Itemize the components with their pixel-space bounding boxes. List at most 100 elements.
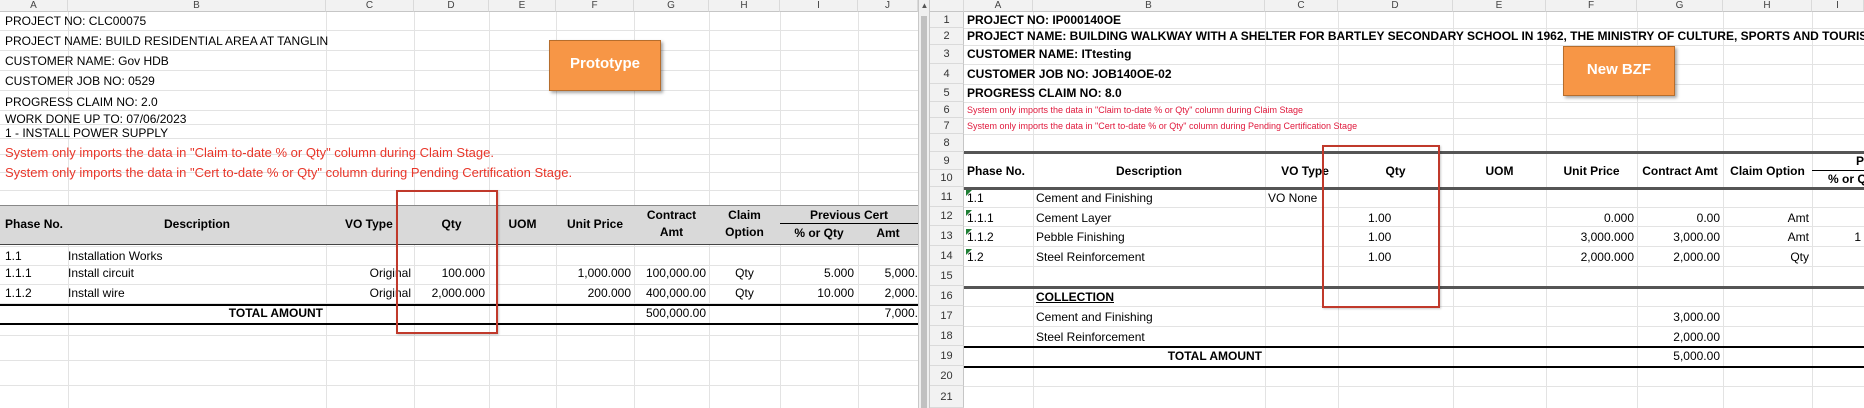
row2-contract-amt: 100,000.00 bbox=[645, 266, 706, 280]
callout-label: New BZF bbox=[1586, 61, 1652, 78]
row13-unit-price: 3,000.000 bbox=[1580, 230, 1634, 244]
column-header-b[interactable]: B bbox=[68, 0, 326, 12]
row1-description: Installation Works bbox=[68, 249, 163, 263]
collection-item-2: Steel Reinforcement bbox=[1036, 330, 1145, 344]
prototype-sheet-pane[interactable]: A B C D E F G H I J PROJECT NO: CLC00075… bbox=[0, 0, 918, 408]
row3-prev-pct: 10.000 bbox=[817, 286, 854, 300]
progress-claim-no: PROGRESS CLAIM NO: 8.0 bbox=[967, 86, 1122, 100]
row3-phase: 1.1.2 bbox=[5, 286, 32, 300]
column-header-e[interactable]: E bbox=[489, 0, 556, 12]
row-header-10[interactable]: 10 bbox=[930, 170, 964, 187]
row-header-5[interactable]: 5 bbox=[930, 84, 964, 102]
collection-heading: COLLECTION bbox=[1036, 290, 1114, 304]
column-header-g[interactable]: G bbox=[634, 0, 709, 12]
header-claim-option: Option bbox=[725, 225, 764, 239]
claim-stage-note: System only imports the data in "Claim t… bbox=[967, 105, 1304, 115]
row-header-1[interactable]: 1 bbox=[930, 12, 964, 28]
row12-description: Cement Layer bbox=[1036, 211, 1112, 225]
project-no: PROJECT NO: IP000140OE bbox=[967, 13, 1122, 27]
qty-column-highlight bbox=[1322, 145, 1440, 308]
column-header-a[interactable]: A bbox=[964, 0, 1033, 12]
row-header-15[interactable]: 15 bbox=[930, 266, 964, 286]
header-prev-amt: Amt bbox=[876, 226, 900, 240]
row-header-3[interactable]: 3 bbox=[930, 45, 964, 64]
column-header-i[interactable]: I bbox=[1812, 0, 1864, 12]
column-header-h[interactable]: H bbox=[1723, 0, 1812, 12]
row-header-8[interactable]: 8 bbox=[930, 134, 964, 152]
column-header-e[interactable]: E bbox=[1453, 0, 1546, 12]
column-header-a[interactable]: A bbox=[0, 0, 68, 12]
row12-unit-price: 0.000 bbox=[1603, 211, 1634, 225]
column-header-g[interactable]: G bbox=[1637, 0, 1723, 12]
row-header-20[interactable]: 20 bbox=[930, 366, 964, 386]
qty-column-highlight bbox=[396, 190, 498, 334]
column-header-d[interactable]: D bbox=[414, 0, 489, 12]
header-uom: UOM bbox=[508, 217, 537, 231]
customer-job-no: CUSTOMER JOB NO: JOB140OE-02 bbox=[967, 67, 1172, 81]
row-header-9[interactable]: 9 bbox=[930, 152, 964, 170]
header-claim-option: Claim Option bbox=[1730, 164, 1805, 178]
certification-stage-note: System only imports the data in "Cert to… bbox=[5, 165, 573, 180]
select-all-corner[interactable] bbox=[930, 0, 964, 12]
row-header-16[interactable]: 16 bbox=[930, 286, 964, 306]
column-header-j[interactable]: J bbox=[858, 0, 918, 12]
row-header-4[interactable]: 4 bbox=[930, 64, 964, 84]
row-header-6[interactable]: 6 bbox=[930, 102, 964, 118]
column-header-f[interactable]: F bbox=[556, 0, 634, 12]
row12-contract-amt: 0.00 bbox=[1696, 211, 1720, 225]
row2-unit-price: 1,000.000 bbox=[577, 266, 631, 280]
row3-contract-amt: 400,000.00 bbox=[645, 286, 706, 300]
certification-stage-note: System only imports the data in "Cert to… bbox=[967, 121, 1358, 131]
row-header-2[interactable]: 2 bbox=[930, 28, 964, 45]
row2-phase: 1.1.1 bbox=[5, 266, 32, 280]
column-header-d[interactable]: D bbox=[1338, 0, 1453, 12]
header-uom: UOM bbox=[1485, 164, 1514, 178]
column-header-c[interactable]: C bbox=[326, 0, 414, 12]
column-header-f[interactable]: F bbox=[1546, 0, 1637, 12]
collection-amt-2: 2,000.00 bbox=[1673, 330, 1720, 344]
project-name: PROJECT NAME: BUILD RESIDENTIAL AREA AT … bbox=[5, 34, 329, 48]
pane-splitter-scrollbar[interactable]: ▲ bbox=[918, 0, 930, 408]
total-amount-label: TOTAL AMOUNT bbox=[1167, 349, 1262, 363]
column-header-i[interactable]: I bbox=[780, 0, 858, 12]
header-phase-no: Phase No. bbox=[5, 217, 64, 231]
row-header-13[interactable]: 13 bbox=[930, 226, 964, 246]
collection-amt-1: 3,000.00 bbox=[1673, 310, 1720, 324]
column-header-b[interactable]: B bbox=[1033, 0, 1265, 12]
row12-claim-option: Amt bbox=[1787, 211, 1809, 225]
row3-claim-option: Qty bbox=[735, 286, 754, 300]
row-header-19[interactable]: 19 bbox=[930, 346, 964, 366]
header-previous-partial: P bbox=[1855, 154, 1864, 168]
row12-phase: 1.1.1 bbox=[967, 211, 994, 225]
scrollbar-thumb[interactable] bbox=[921, 16, 927, 408]
row14-phase: 1.2 bbox=[967, 250, 984, 264]
header-prev-pct-partial: % or Q bbox=[1828, 172, 1864, 186]
row-header-21[interactable]: 21 bbox=[930, 386, 964, 408]
row-header-11[interactable]: 11 bbox=[930, 187, 964, 207]
total-contract-amt: 500,000.00 bbox=[645, 306, 706, 320]
scroll-up-arrow-icon[interactable]: ▲ bbox=[920, 0, 929, 12]
header-prev-pct-or-qty: % or Qty bbox=[794, 226, 844, 240]
row-header-14[interactable]: 14 bbox=[930, 246, 964, 266]
row-header-12[interactable]: 12 bbox=[930, 207, 964, 226]
column-header-h[interactable]: H bbox=[709, 0, 780, 12]
header-unit-price: Unit Price bbox=[566, 217, 623, 231]
row-header-7[interactable]: 7 bbox=[930, 118, 964, 134]
row-header-17[interactable]: 17 bbox=[930, 306, 964, 326]
new-bzf-callout: New BZF bbox=[1563, 46, 1675, 96]
row-header-18[interactable]: 18 bbox=[930, 326, 964, 346]
row13-description: Pebble Finishing bbox=[1036, 230, 1125, 244]
row13-claim-option: Amt bbox=[1787, 230, 1809, 244]
header-unit-price: Unit Price bbox=[1563, 164, 1620, 178]
row14-contract-amt: 2,000.00 bbox=[1673, 250, 1720, 264]
row11-description: Cement and Finishing bbox=[1036, 191, 1153, 205]
row13-prev-partial: 1 bbox=[1854, 230, 1861, 244]
progress-claim-no: PROGRESS CLAIM NO: 2.0 bbox=[5, 95, 158, 109]
column-header-c[interactable]: C bbox=[1265, 0, 1338, 12]
new-bzf-sheet-pane[interactable]: A B C D E F G H I 1 2 3 4 5 6 7 8 9 10 1… bbox=[930, 0, 1864, 408]
header-contract-amt: Amt bbox=[659, 225, 684, 239]
customer-name: CUSTOMER NAME: Gov HDB bbox=[5, 54, 169, 68]
prototype-callout: Prototype bbox=[549, 40, 661, 91]
section-title: 1 - INSTALL POWER SUPPLY bbox=[5, 126, 169, 140]
callout-label: Prototype bbox=[569, 55, 640, 72]
